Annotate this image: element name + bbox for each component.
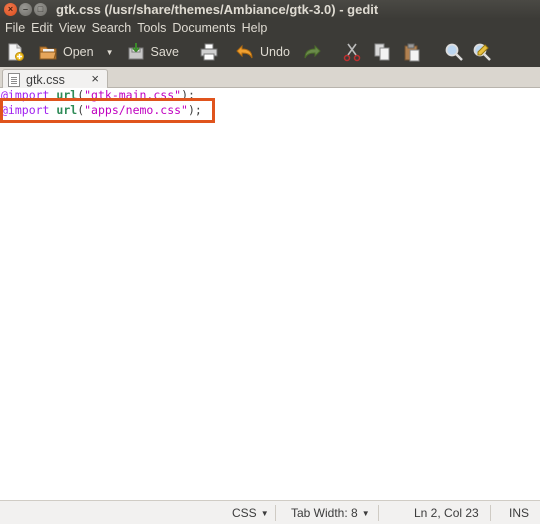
cut-icon xyxy=(342,42,362,62)
redo-icon xyxy=(302,42,322,62)
menu-search[interactable]: Search xyxy=(89,21,135,35)
tab-width-label: Tab Width: 8 xyxy=(291,506,358,520)
menu-help[interactable]: Help xyxy=(239,21,271,35)
maximize-window-button[interactable]: □ xyxy=(34,3,47,16)
window-controls: × – □ xyxy=(4,3,47,16)
redo-button[interactable] xyxy=(302,40,322,64)
find-icon xyxy=(444,42,464,62)
open-folder-icon xyxy=(38,42,58,62)
insert-mode: INS xyxy=(509,506,530,520)
paste-icon xyxy=(402,42,422,62)
save-label: Save xyxy=(150,45,180,59)
undo-icon xyxy=(235,42,255,62)
copy-button[interactable] xyxy=(372,40,392,64)
status-bar: CSS ▼ Tab Width: 8 ▼ Ln 2, Col 23 INS xyxy=(0,500,540,524)
divider xyxy=(490,505,491,521)
menu-tools[interactable]: Tools xyxy=(134,21,169,35)
highlight-annotation xyxy=(0,98,215,123)
window-title: gtk.css (/usr/share/themes/Ambiance/gtk-… xyxy=(56,2,379,17)
text-editor[interactable]: @import url("gtk-main.css"); @import url… xyxy=(0,88,540,500)
menu-edit[interactable]: Edit xyxy=(28,21,56,35)
new-document-icon xyxy=(5,42,25,62)
new-document-button[interactable] xyxy=(5,40,25,64)
menu-view[interactable]: View xyxy=(56,21,89,35)
document-tab-strip: gtk.css × xyxy=(0,67,540,89)
divider xyxy=(275,505,276,521)
undo-label: Undo xyxy=(260,45,290,59)
dropdown-arrow-icon: ▼ xyxy=(105,47,114,57)
text-file-icon xyxy=(8,72,20,87)
find-button[interactable] xyxy=(444,40,464,64)
cut-button[interactable] xyxy=(342,40,362,64)
cursor-position: Ln 2, Col 23 xyxy=(414,506,479,520)
replace-button[interactable] xyxy=(472,40,492,64)
language-label: CSS xyxy=(232,506,257,520)
save-button[interactable]: Save xyxy=(126,40,180,64)
divider xyxy=(378,505,379,521)
dropdown-arrow-icon: ▼ xyxy=(361,509,370,518)
menu-bar: File Edit View Search Tools Documents He… xyxy=(0,19,540,37)
print-icon xyxy=(199,42,219,62)
save-icon xyxy=(126,42,146,62)
toolbar: Open ▼ Save Undo xyxy=(0,37,540,67)
open-label: Open xyxy=(63,45,94,59)
menu-file[interactable]: File xyxy=(2,21,28,35)
tab-width-selector[interactable]: Tab Width: 8 ▼ xyxy=(291,506,370,520)
title-bar: × – □ gtk.css (/usr/share/themes/Ambianc… xyxy=(0,0,540,19)
tab-gtk-css[interactable]: gtk.css × xyxy=(2,69,108,89)
replace-icon xyxy=(472,42,492,62)
language-selector[interactable]: CSS ▼ xyxy=(232,506,269,520)
menu-documents[interactable]: Documents xyxy=(169,21,238,35)
tab-close-button[interactable]: × xyxy=(91,72,99,86)
undo-button[interactable]: Undo xyxy=(235,40,290,64)
print-button[interactable] xyxy=(199,40,219,64)
close-window-button[interactable]: × xyxy=(4,3,17,16)
copy-icon xyxy=(372,42,392,62)
paste-button[interactable] xyxy=(402,40,422,64)
dropdown-arrow-icon: ▼ xyxy=(260,509,269,518)
minimize-window-button[interactable]: – xyxy=(19,3,32,16)
open-dropdown-button[interactable]: ▼ xyxy=(106,40,114,64)
open-button[interactable]: Open xyxy=(38,40,94,64)
tab-label: gtk.css xyxy=(26,72,65,87)
